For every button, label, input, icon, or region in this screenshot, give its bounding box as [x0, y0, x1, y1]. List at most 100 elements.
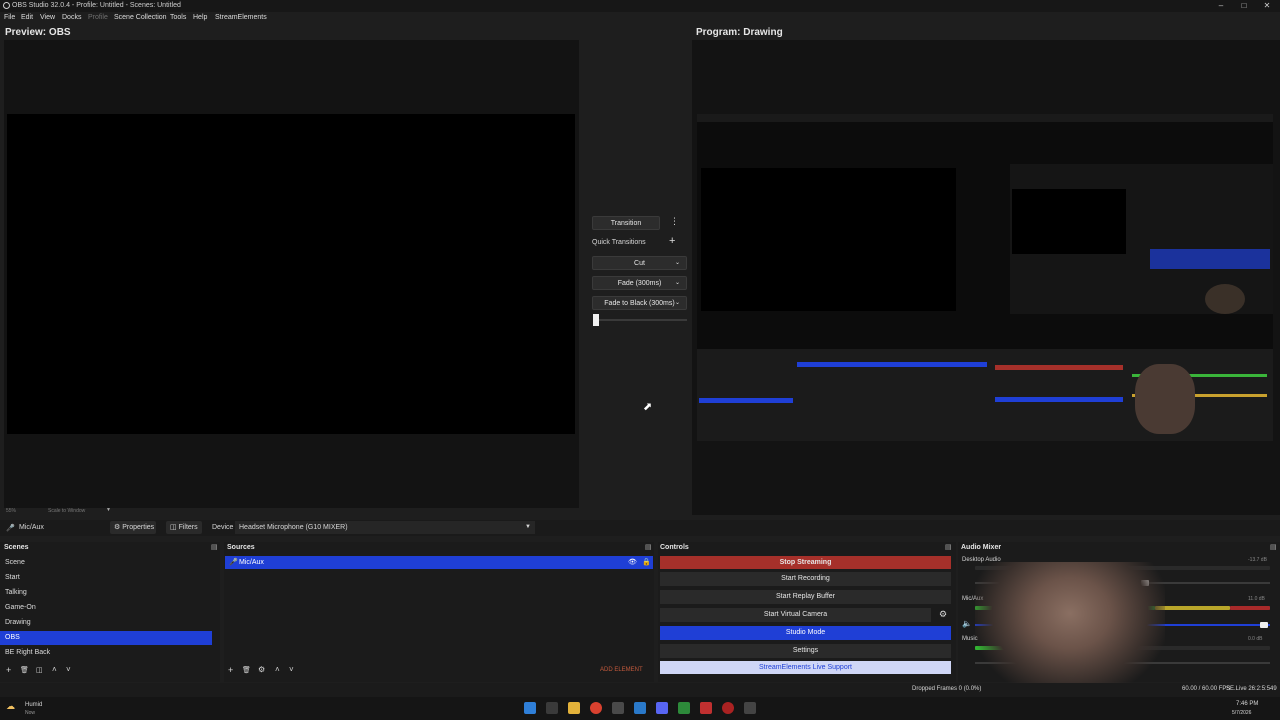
stop-streaming-button[interactable]: Stop Streaming — [660, 556, 951, 569]
quick-transition-cut[interactable]: Cut ⌄ — [592, 256, 687, 270]
source-item[interactable]: 🎤 Mic/Aux 👁 🔒 — [225, 556, 653, 569]
task-view-icon[interactable] — [546, 702, 558, 714]
quick-transition-fade-black[interactable]: Fade to Black (300ms) ⌄ — [592, 296, 687, 310]
volume-slider-handle[interactable] — [1260, 622, 1268, 628]
app-icon[interactable] — [700, 702, 712, 714]
menu-bar: File Edit View Docks Profile Scene Colle… — [0, 12, 1280, 24]
add-icon[interactable]: + — [669, 235, 675, 247]
file-explorer-icon[interactable] — [568, 702, 580, 714]
minimize-icon[interactable]: – — [1210, 0, 1232, 12]
quick-transition-label: Cut — [634, 260, 645, 267]
controls-header: Controls — [660, 544, 689, 551]
live-readout: SE.Live 26:2:5:549 — [1226, 686, 1277, 692]
nested-program — [1010, 164, 1273, 314]
dock-undock-icon[interactable]: ▤ — [645, 543, 652, 551]
scene-item[interactable]: Scene — [0, 556, 212, 570]
dock-undock-icon[interactable]: ▤ — [211, 543, 218, 551]
scene-item[interactable]: BE Right Back — [0, 646, 212, 660]
audio-mixer-header: Audio Mixer — [961, 544, 1002, 551]
trash-icon[interactable]: 🗑 — [20, 666, 29, 674]
obs-taskbar-icon[interactable] — [722, 702, 734, 714]
eye-icon[interactable]: 👁 — [628, 558, 637, 566]
start-replay-buffer-button[interactable]: Start Replay Buffer — [660, 590, 951, 604]
start-menu-icon[interactable] — [524, 702, 536, 714]
t-bar-track[interactable] — [595, 319, 687, 321]
chevron-up-icon[interactable]: ˄ — [275, 665, 280, 674]
app-icon[interactable] — [744, 702, 756, 714]
chevron-down-icon[interactable]: ˅ — [66, 665, 71, 674]
chevron-down-icon: ⌄ — [674, 260, 680, 266]
menu-scene-collection[interactable]: Scene Collection — [114, 14, 167, 21]
scene-item[interactable]: Talking — [0, 586, 212, 600]
quick-transition-fade[interactable]: Fade (300ms) ⌄ — [592, 276, 687, 290]
scene-item[interactable]: Start — [0, 571, 212, 585]
chevron-down-icon: ⌄ — [674, 300, 680, 306]
menu-help[interactable]: Help — [193, 14, 207, 21]
scene-item-selected[interactable]: OBS — [0, 631, 212, 645]
menu-streamelements[interactable]: StreamElements — [215, 14, 267, 21]
menu-profile[interactable]: Profile — [88, 14, 108, 21]
t-bar-handle[interactable] — [593, 314, 599, 326]
properties-label: Properties — [122, 524, 155, 531]
scale-mode[interactable]: Scale to Window — [48, 508, 85, 514]
filters-label: Filters — [178, 524, 198, 531]
quick-transition-label: Fade to Black (300ms) — [604, 300, 675, 307]
lock-icon[interactable]: 🔒 — [642, 558, 651, 566]
source-name: Mic/Aux — [239, 559, 264, 566]
menu-docks[interactable]: Docks — [62, 14, 81, 21]
filter-icon[interactable]: ◫ — [36, 666, 43, 674]
preview-canvas[interactable] — [7, 114, 575, 434]
obs-logo-icon — [3, 2, 10, 9]
chevron-up-icon[interactable]: ˄ — [52, 665, 57, 674]
transition-button[interactable]: Transition — [592, 216, 660, 230]
chevron-down-icon[interactable]: ▼ — [106, 507, 111, 513]
add-element-button[interactable]: ADD ELEMENT — [600, 667, 643, 673]
menu-edit[interactable]: Edit — [21, 14, 33, 21]
nested-titlebar — [697, 114, 1273, 122]
filters-button[interactable]: ◫ Filters — [166, 521, 202, 534]
maximize-icon[interactable]: □ — [1233, 0, 1255, 12]
settings-button[interactable]: Settings — [660, 644, 951, 658]
volume-meter-level — [1230, 606, 1270, 610]
scenes-list: Scene Start Talking Game-On Drawing OBS … — [0, 556, 220, 660]
speaker-icon[interactable]: 🔈 — [962, 619, 972, 628]
start-recording-button[interactable]: Start Recording — [660, 572, 951, 586]
add-icon[interactable]: + — [228, 665, 233, 675]
nested-docks — [697, 349, 1273, 441]
weather-temp: Humid — [25, 702, 43, 708]
close-icon[interactable]: ✕ — [1256, 0, 1278, 12]
chrome-icon[interactable] — [590, 702, 602, 714]
trash-icon[interactable]: 🗑 — [242, 666, 251, 674]
scenes-header: Scenes — [4, 544, 29, 551]
filter-icon: ◫ — [170, 524, 177, 531]
menu-file[interactable]: File — [4, 14, 15, 21]
app-icon[interactable] — [678, 702, 690, 714]
menu-tools[interactable]: Tools — [170, 14, 186, 21]
chevron-down-icon[interactable]: ˅ — [289, 665, 294, 674]
volume-meter-level — [1155, 606, 1230, 610]
menu-view[interactable]: View — [40, 14, 55, 21]
channel-db: 0.0 dB — [1248, 636, 1263, 642]
more-vertical-icon[interactable]: ⋮ — [670, 216, 679, 227]
discord-icon[interactable] — [656, 702, 668, 714]
se-live-support-button[interactable]: StreamElements Live Support — [660, 661, 951, 674]
scene-item[interactable]: Drawing — [0, 616, 212, 630]
start-virtual-camera-button[interactable]: Start Virtual Camera — [660, 608, 931, 622]
properties-button[interactable]: ⚙ Properties — [110, 521, 156, 534]
clock-date: 5/7/2026 — [1232, 710, 1252, 716]
device-select[interactable]: Headset Microphone (G10 MIXER) ▼ — [235, 521, 535, 534]
scene-item[interactable]: Game-On — [0, 601, 212, 615]
dock-undock-icon[interactable]: ▤ — [945, 543, 952, 551]
window-title: OBS Studio 32.0.4 - Profile: Untitled - … — [12, 2, 181, 9]
telegram-icon[interactable] — [634, 702, 646, 714]
dock-undock-icon[interactable]: ▤ — [1270, 543, 1277, 551]
device-label: Device — [212, 524, 234, 531]
gear-icon[interactable]: ⚙ — [258, 665, 265, 674]
studio-mode-button[interactable]: Studio Mode — [660, 626, 951, 640]
weather-icon[interactable]: ☁ — [6, 701, 15, 712]
app-icon[interactable] — [612, 702, 624, 714]
add-icon[interactable]: + — [6, 665, 11, 675]
chevron-down-icon: ▼ — [525, 524, 531, 530]
gear-icon[interactable]: ⚙ — [939, 609, 947, 620]
mouse-cursor-icon: ⬈ — [643, 401, 653, 413]
